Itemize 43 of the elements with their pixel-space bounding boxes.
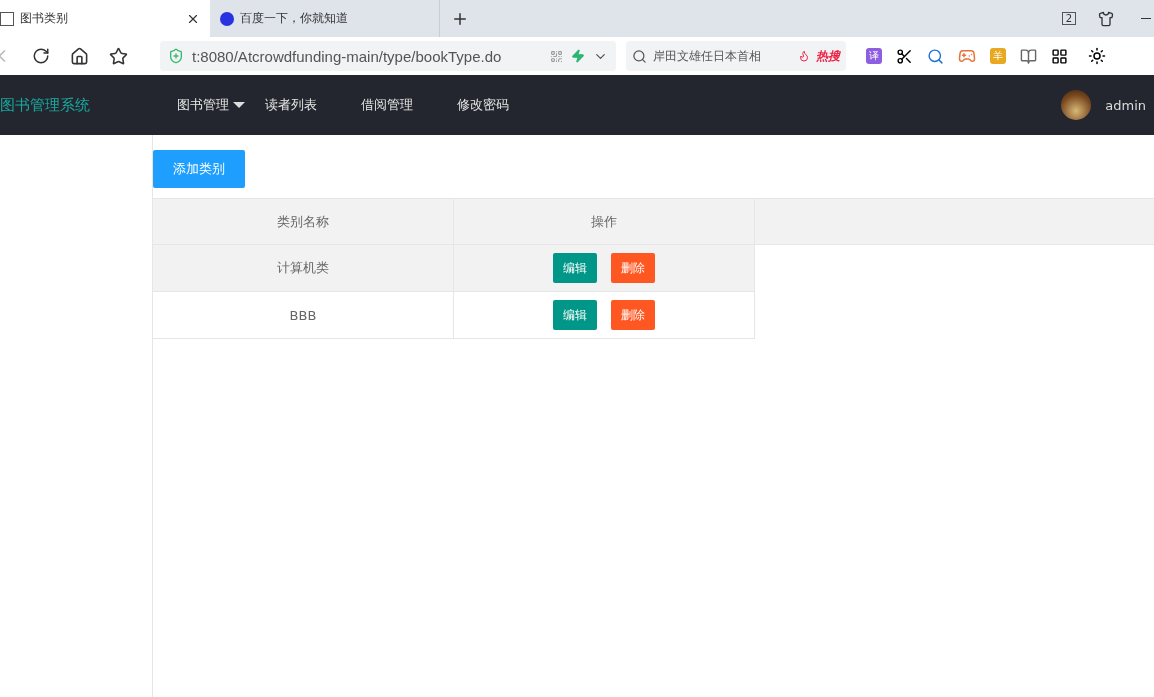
translate-icon[interactable]: 译 (866, 48, 882, 64)
gamepad-icon[interactable] (958, 47, 976, 65)
reload-icon (32, 47, 50, 65)
search-field[interactable]: 岸田文雄任日本首相 热搜 (626, 41, 846, 71)
table-row[interactable]: BBB 编辑 删除 (153, 292, 755, 339)
table-row[interactable]: 计算机类 编辑 删除 (153, 245, 755, 292)
book-icon[interactable] (1020, 47, 1037, 65)
flame-icon (798, 50, 810, 62)
user-name[interactable]: admin (1105, 97, 1146, 113)
minimize-icon (1141, 17, 1151, 20)
column-header: 类别名称 (153, 199, 454, 244)
search-icon (632, 48, 647, 64)
avatar[interactable] (1061, 90, 1092, 120)
shirt-icon (1098, 10, 1114, 27)
shield-icon (168, 48, 184, 64)
reload-button[interactable] (32, 47, 50, 65)
address-bar[interactable]: t:8080/Atcrowdfunding-main/type/bookType.do (160, 41, 616, 71)
edit-button[interactable]: 编辑 (553, 253, 597, 283)
edit-button[interactable]: 编辑 (553, 300, 597, 330)
qr-icon[interactable] (550, 49, 563, 63)
brand-title: 图书管理系统 (0, 95, 91, 115)
caret-icon (233, 102, 245, 108)
sun-icon[interactable] (1088, 47, 1106, 65)
page-icon (0, 11, 14, 26)
table-cell: 计算机类 (153, 245, 454, 291)
nav-item[interactable]: 借阅管理 (361, 96, 413, 114)
scissors-icon[interactable] (896, 47, 913, 65)
column-header: 操作 (454, 199, 755, 244)
grid-icon[interactable] (1051, 47, 1068, 65)
window-count[interactable]: 2 (1061, 12, 1076, 25)
table-cell: BBB (153, 292, 454, 338)
home-icon (70, 46, 89, 66)
tab-title: 图书类别 (20, 10, 69, 27)
magnifier-icon[interactable] (927, 47, 944, 65)
nav-item[interactable]: 图书管理 (177, 96, 245, 114)
star-icon (109, 46, 128, 66)
nav-item[interactable]: 修改密码 (457, 96, 509, 114)
tab-title: 百度一下，你就知道 (240, 10, 349, 27)
home-button[interactable] (70, 46, 89, 66)
browser-tab[interactable]: 图书类别 (0, 0, 210, 37)
nav-item[interactable]: 读者列表 (265, 96, 317, 114)
bookmark-button[interactable] (109, 46, 128, 66)
hot-search-label[interactable]: 热搜 (816, 47, 840, 65)
